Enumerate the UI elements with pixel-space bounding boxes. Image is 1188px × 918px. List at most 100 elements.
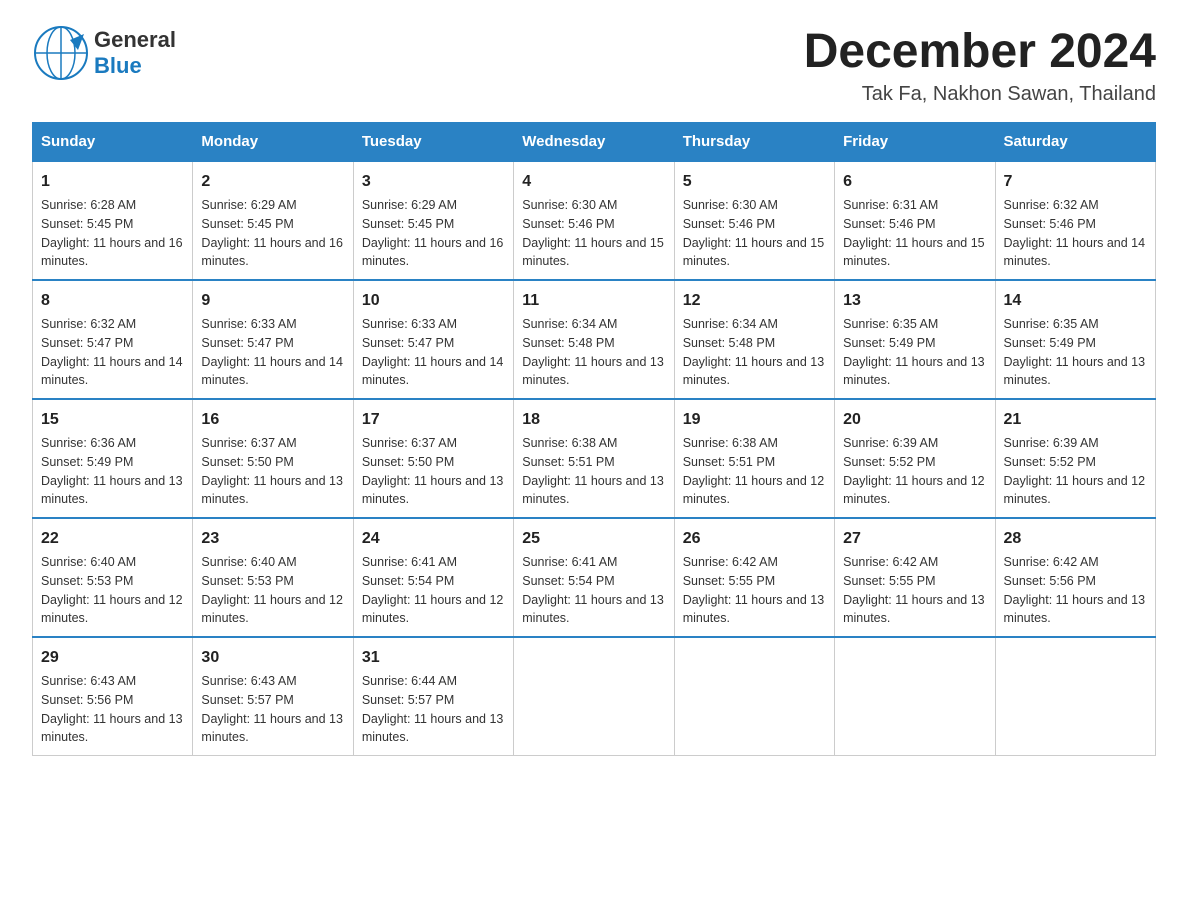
day-number: 1 — [41, 170, 184, 194]
sunset-info: Sunset: 5:52 PM — [1004, 453, 1147, 472]
daylight-info: Daylight: 11 hours and 13 minutes. — [1004, 353, 1147, 391]
sunset-info: Sunset: 5:50 PM — [201, 453, 344, 472]
sunset-info: Sunset: 5:57 PM — [362, 691, 505, 710]
daylight-info: Daylight: 11 hours and 13 minutes. — [843, 591, 986, 629]
calendar-cell: 30Sunrise: 6:43 AMSunset: 5:57 PMDayligh… — [193, 637, 353, 756]
sunrise-info: Sunrise: 6:38 AM — [683, 434, 826, 453]
calendar-week-row: 1Sunrise: 6:28 AMSunset: 5:45 PMDaylight… — [33, 161, 1156, 280]
day-number: 22 — [41, 527, 184, 551]
col-header-thursday: Thursday — [674, 123, 834, 162]
sunrise-info: Sunrise: 6:39 AM — [843, 434, 986, 453]
daylight-info: Daylight: 11 hours and 13 minutes. — [201, 472, 344, 510]
sunrise-info: Sunrise: 6:33 AM — [201, 315, 344, 334]
calendar-cell: 19 Sunrise: 6:38 AMSunset: 5:51 PMDayligh… — [674, 399, 834, 518]
sunset-info: Sunset: 5:45 PM — [41, 215, 184, 234]
sunrise-info: Sunrise: 6:40 AM — [41, 553, 184, 572]
day-number: 14 — [1004, 289, 1147, 313]
daylight-info: Daylight: 11 hours and 14 minutes. — [1004, 234, 1147, 272]
day-number: 2 — [201, 170, 344, 194]
col-header-tuesday: Tuesday — [353, 123, 513, 162]
calendar-cell: 15Sunrise: 6:36 AMSunset: 5:49 PMDayligh… — [33, 399, 193, 518]
sunrise-info: Sunrise: 6:43 AM — [201, 672, 344, 691]
col-header-wednesday: Wednesday — [514, 123, 674, 162]
daylight-info: Daylight: 11 hours and 13 minutes. — [522, 353, 665, 391]
sunset-info: Sunset: 5:46 PM — [522, 215, 665, 234]
sunset-info: Sunset: 5:47 PM — [201, 334, 344, 353]
sunrise-info: Sunrise: 6:32 AM — [1004, 196, 1147, 215]
daylight-info: Daylight: 11 hours and 13 minutes. — [1004, 591, 1147, 629]
calendar-cell: 31Sunrise: 6:44 AMSunset: 5:57 PMDayligh… — [353, 637, 513, 756]
daylight-info: Daylight: 11 hours and 15 minutes. — [522, 234, 665, 272]
calendar-cell: 7Sunrise: 6:32 AMSunset: 5:46 PMDaylight… — [995, 161, 1155, 280]
daylight-info: Daylight: 11 hours and 12 minutes. — [683, 472, 826, 510]
daylight-info: Daylight: 11 hours and 14 minutes. — [362, 353, 505, 391]
daylight-info: Daylight: 11 hours and 12 minutes. — [1004, 472, 1147, 510]
sunrise-info: Sunrise: 6:44 AM — [362, 672, 505, 691]
sunset-info: Sunset: 5:46 PM — [1004, 215, 1147, 234]
daylight-info: Daylight: 11 hours and 12 minutes. — [843, 472, 986, 510]
sunset-info: Sunset: 5:51 PM — [683, 453, 826, 472]
calendar-cell: 11Sunrise: 6:34 AMSunset: 5:48 PMDayligh… — [514, 280, 674, 399]
sunset-info: Sunset: 5:47 PM — [362, 334, 505, 353]
calendar-cell — [514, 637, 674, 756]
day-number: 30 — [201, 646, 344, 670]
daylight-info: Daylight: 11 hours and 12 minutes. — [362, 591, 505, 629]
sunrise-info: Sunrise: 6:30 AM — [522, 196, 665, 215]
sunrise-info: Sunrise: 6:42 AM — [1004, 553, 1147, 572]
sunset-info: Sunset: 5:55 PM — [683, 572, 826, 591]
sunrise-info: Sunrise: 6:39 AM — [1004, 434, 1147, 453]
sunrise-info: Sunrise: 6:37 AM — [362, 434, 505, 453]
day-number: 21 — [1004, 408, 1147, 432]
daylight-info: Daylight: 11 hours and 14 minutes. — [41, 353, 184, 391]
sunset-info: Sunset: 5:54 PM — [522, 572, 665, 591]
sunset-info: Sunset: 5:53 PM — [201, 572, 344, 591]
day-number: 29 — [41, 646, 184, 670]
daylight-info: Daylight: 11 hours and 12 minutes. — [201, 591, 344, 629]
sunrise-info: Sunrise: 6:31 AM — [843, 196, 986, 215]
sunset-info: Sunset: 5:56 PM — [41, 691, 184, 710]
location-subtitle: Tak Fa, Nakhon Sawan, Thailand — [804, 83, 1156, 106]
sunset-info: Sunset: 5:50 PM — [362, 453, 505, 472]
calendar-cell: 3Sunrise: 6:29 AMSunset: 5:45 PMDaylight… — [353, 161, 513, 280]
calendar-cell: 5Sunrise: 6:30 AMSunset: 5:46 PMDaylight… — [674, 161, 834, 280]
day-number: 26 — [683, 527, 826, 551]
sunset-info: Sunset: 5:46 PM — [843, 215, 986, 234]
sunset-info: Sunset: 5:55 PM — [843, 572, 986, 591]
sunset-info: Sunset: 5:52 PM — [843, 453, 986, 472]
sunrise-info: Sunrise: 6:37 AM — [201, 434, 344, 453]
daylight-info: Daylight: 11 hours and 13 minutes. — [362, 472, 505, 510]
daylight-info: Daylight: 11 hours and 12 minutes. — [41, 591, 184, 629]
calendar-week-row: 15Sunrise: 6:36 AMSunset: 5:49 PMDayligh… — [33, 399, 1156, 518]
daylight-info: Daylight: 11 hours and 13 minutes. — [843, 353, 986, 391]
daylight-info: Daylight: 11 hours and 13 minutes. — [201, 710, 344, 748]
day-number: 16 — [201, 408, 344, 432]
daylight-info: Daylight: 11 hours and 13 minutes. — [362, 710, 505, 748]
calendar-cell: 21 Sunrise: 6:39 AMSunset: 5:52 PMDayligh… — [995, 399, 1155, 518]
daylight-info: Daylight: 11 hours and 15 minutes. — [843, 234, 986, 272]
day-number: 13 — [843, 289, 986, 313]
calendar-cell: 16 Sunrise: 6:37 AMSunset: 5:50 PMDayligh… — [193, 399, 353, 518]
daylight-info: Daylight: 11 hours and 16 minutes. — [41, 234, 184, 272]
day-number: 19 — [683, 408, 826, 432]
month-title: December 2024 — [804, 24, 1156, 79]
daylight-info: Daylight: 11 hours and 13 minutes. — [683, 353, 826, 391]
day-number: 18 — [522, 408, 665, 432]
day-number: 25 — [522, 527, 665, 551]
logo: General Blue — [32, 24, 176, 82]
sunrise-info: Sunrise: 6:29 AM — [362, 196, 505, 215]
daylight-info: Daylight: 11 hours and 16 minutes. — [362, 234, 505, 272]
calendar-cell: 1Sunrise: 6:28 AMSunset: 5:45 PMDaylight… — [33, 161, 193, 280]
sunset-info: Sunset: 5:51 PM — [522, 453, 665, 472]
day-number: 6 — [843, 170, 986, 194]
sunset-info: Sunset: 5:49 PM — [41, 453, 184, 472]
calendar-cell: 4 Sunrise: 6:30 AMSunset: 5:46 PMDaylight… — [514, 161, 674, 280]
day-number: 27 — [843, 527, 986, 551]
title-block: December 2024 Tak Fa, Nakhon Sawan, Thai… — [804, 24, 1156, 106]
logo-text-blue: Blue — [94, 53, 176, 79]
logo-icon — [32, 24, 90, 82]
sunrise-info: Sunrise: 6:41 AM — [522, 553, 665, 572]
daylight-info: Daylight: 11 hours and 15 minutes. — [683, 234, 826, 272]
sunrise-info: Sunrise: 6:42 AM — [843, 553, 986, 572]
day-number: 4 — [522, 170, 665, 194]
day-number: 10 — [362, 289, 505, 313]
